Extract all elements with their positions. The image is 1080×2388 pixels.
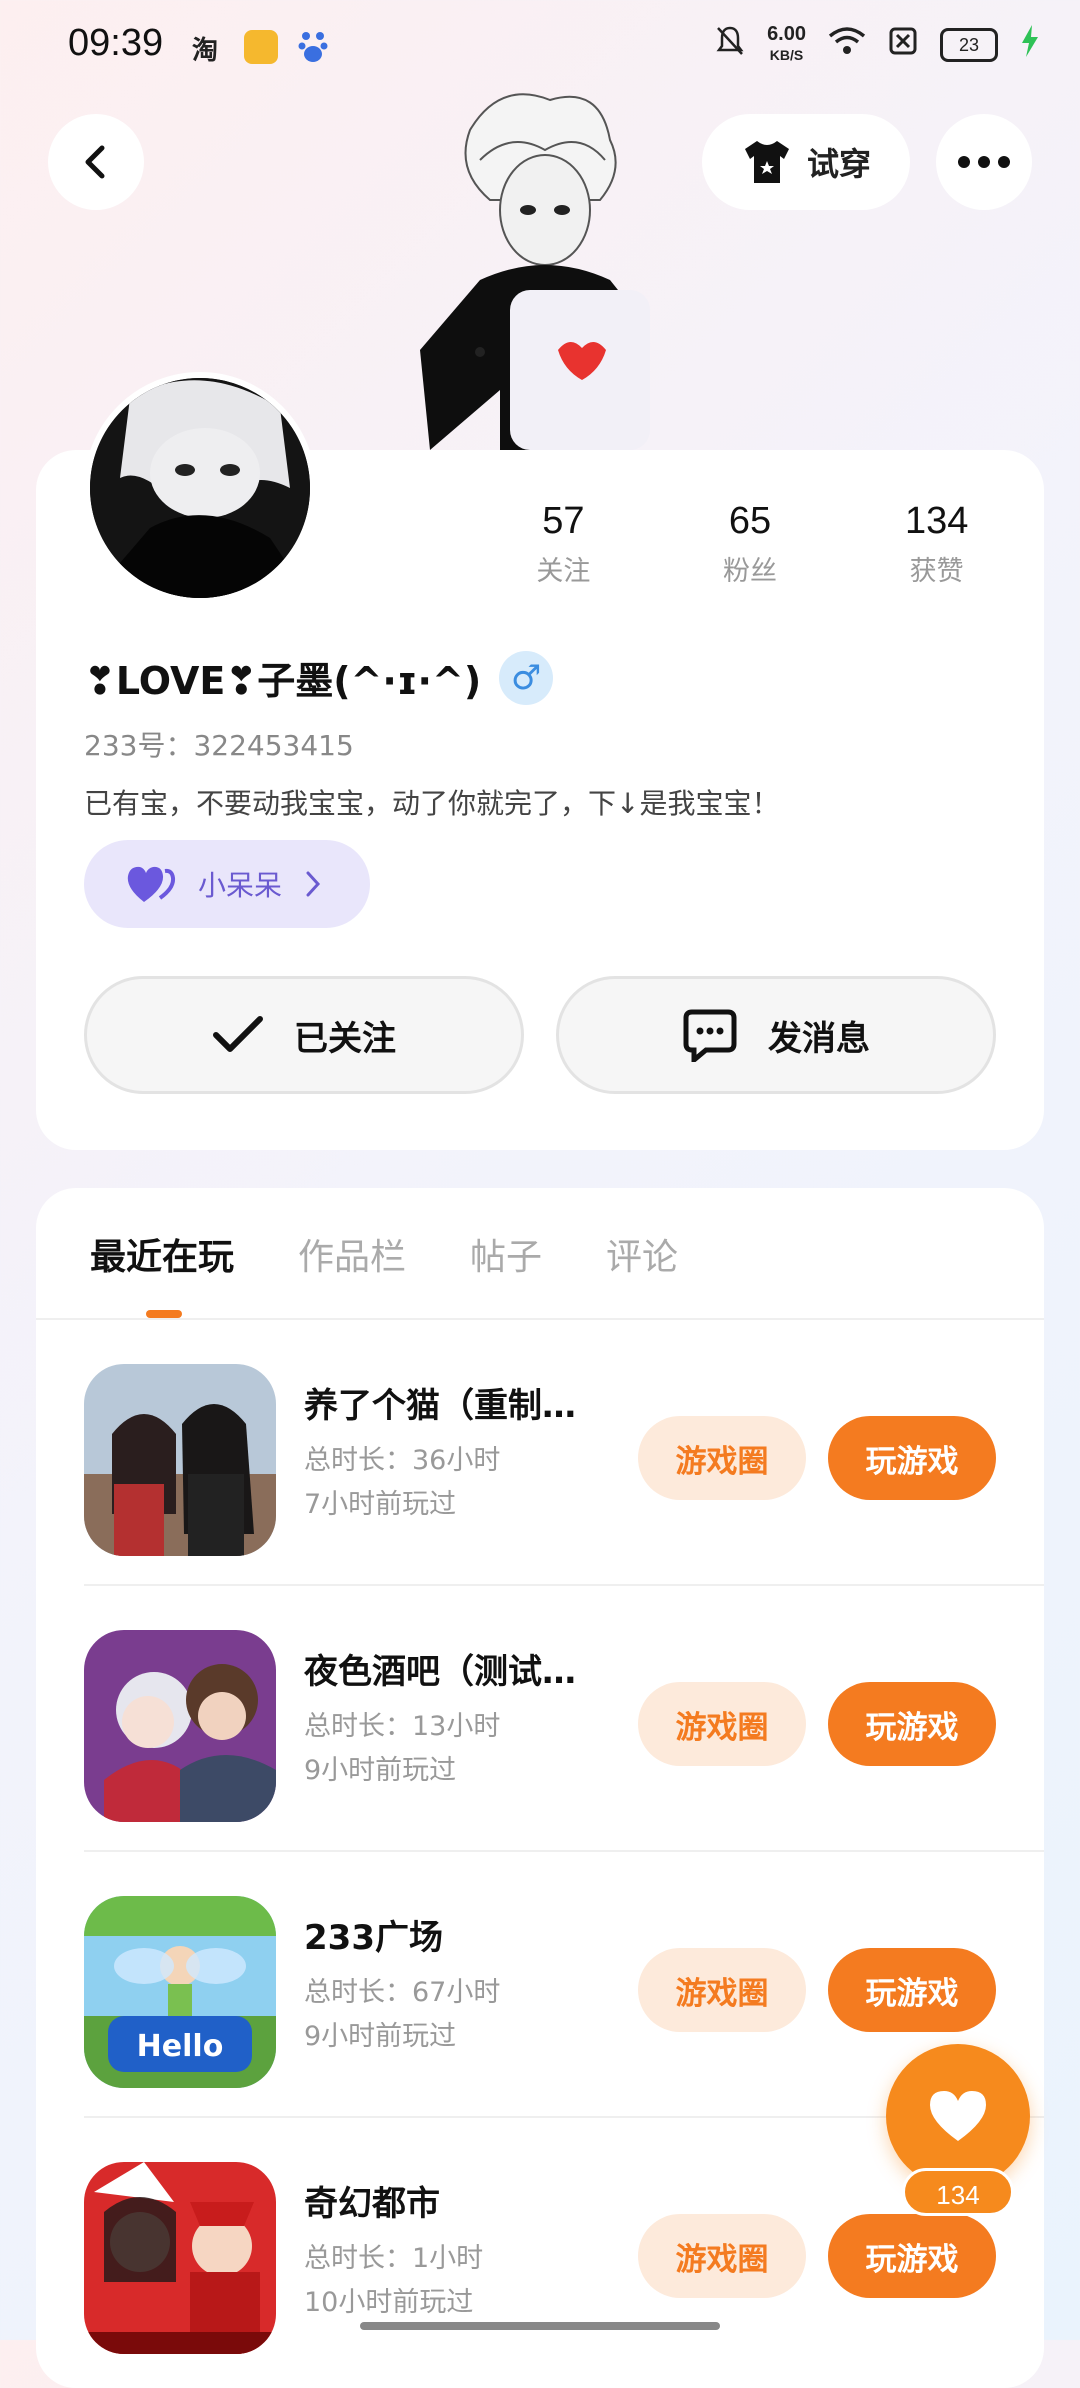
game-icon-fantasy-city[interactable]: [84, 2162, 276, 2354]
status-time: 09:39: [68, 22, 164, 64]
game-last-played: 10小时前玩过: [304, 2287, 474, 2318]
game-row[interactable]: 夜色酒吧（测试… 总时长：13小时 9小时前玩过 游戏圈 玩游戏: [84, 1586, 1044, 1852]
net-speed-value: 6.00: [767, 23, 806, 45]
game-title: 233广场: [304, 1918, 443, 1958]
name-row: ❣LOVE❣子墨(^·ɪ·^) ♂: [84, 650, 554, 705]
back-button[interactable]: [48, 114, 144, 210]
followed-label: 已关注: [294, 1018, 396, 1059]
user-bio: 已有宝，不要动我宝宝，动了你就完了，下↓是我宝宝！: [84, 787, 780, 820]
more-button[interactable]: [936, 114, 1032, 210]
avatar-character[interactable]: [410, 90, 680, 450]
mute-bell-icon: [715, 25, 745, 64]
baidu-icon: [298, 28, 328, 64]
back-arrow-icon: [85, 145, 105, 179]
followers-stat[interactable]: 65 粉丝: [657, 500, 844, 588]
battery-icon: 23: [940, 27, 998, 62]
game-duration: 总时长：36小时: [304, 1445, 501, 1476]
followed-button[interactable]: 已关注: [84, 976, 524, 1094]
game-last-played: 7小时前玩过: [304, 1489, 457, 1520]
game-circle-button[interactable]: 游戏圈: [638, 1948, 806, 2032]
reader-icon: [244, 30, 278, 64]
game-title: 奇幻都市: [304, 2184, 440, 2224]
game-last-played: 9小时前玩过: [304, 2021, 457, 2052]
play-game-button[interactable]: 玩游戏: [828, 1682, 996, 1766]
taobao-icon: 淘: [192, 36, 219, 66]
game-duration: 总时长：13小时: [304, 1711, 501, 1742]
likes-count: 134: [904, 500, 969, 542]
game-title: 夜色酒吧（测试…: [304, 1652, 576, 1692]
like-button[interactable]: [886, 2044, 1030, 2188]
game-circle-button[interactable]: 游戏圈: [638, 1416, 806, 1500]
male-icon: ♂: [499, 650, 554, 705]
game-icon-raise-cat[interactable]: [84, 1364, 276, 1556]
likes-stat[interactable]: 134 获赞: [843, 500, 1030, 588]
heart-icon: [930, 2091, 986, 2141]
chevron-right-icon: [306, 871, 321, 897]
game-duration: 总时长：67小时: [304, 1977, 501, 2008]
content-card: 最近在玩 作品栏 帖子 评论 养了个猫（重制… 总时长：36小时 7小时前玩过 …: [36, 1188, 1044, 2388]
tab-recently-played[interactable]: 最近在玩: [90, 1228, 234, 1280]
followers-label: 粉丝: [723, 556, 777, 587]
sim-off-icon: [888, 26, 918, 63]
tab-posts[interactable]: 帖子: [470, 1228, 542, 1280]
try-on-label: 试穿: [806, 145, 871, 183]
tab-works[interactable]: 作品栏: [298, 1228, 406, 1280]
charging-icon: [1020, 25, 1040, 64]
like-count: 134: [902, 2168, 1014, 2216]
play-game-button[interactable]: 玩游戏: [828, 1416, 996, 1500]
status-bar: 09:39 淘 6.00 KB/S 23: [0, 0, 1080, 96]
avatar[interactable]: [84, 372, 316, 604]
more-dots-icon: [958, 156, 1010, 168]
user-name: ❣LOVE❣子墨(^·ɪ·^): [84, 659, 482, 703]
following-label: 关注: [536, 556, 591, 587]
game-circle-button[interactable]: 游戏圈: [638, 1682, 806, 1766]
play-game-button[interactable]: 玩游戏: [828, 2214, 996, 2298]
game-duration: 总时长：1小时: [304, 2243, 484, 2274]
check-icon: [213, 1016, 263, 1052]
game-row[interactable]: 养了个猫（重制… 总时长：36小时 7小时前玩过 游戏圈 玩游戏: [84, 1320, 1044, 1586]
tab-bar: 最近在玩 作品栏 帖子 评论: [90, 1228, 678, 1280]
stats-row: 57 关注 65 粉丝 134 获赞: [470, 500, 1030, 588]
play-game-button[interactable]: 玩游戏: [828, 1948, 996, 2032]
tab-comments[interactable]: 评论: [606, 1228, 678, 1280]
double-heart-icon: [127, 866, 176, 902]
net-speed-unit: KB/S: [769, 47, 804, 63]
tab-indicator: [146, 1310, 182, 1318]
tshirt-icon: [744, 141, 789, 183]
following-stat[interactable]: 57 关注: [470, 500, 657, 588]
home-indicator[interactable]: [360, 2322, 720, 2330]
message-button[interactable]: 发消息: [556, 976, 996, 1094]
wifi-icon: [828, 26, 866, 63]
try-on-button[interactable]: 试穿: [702, 114, 910, 210]
chat-bubble-icon: [683, 1009, 737, 1062]
svg-text:Hello: Hello: [137, 2029, 224, 2064]
game-icon-night-bar[interactable]: [84, 1630, 276, 1822]
following-count: 57: [542, 500, 585, 542]
user-id[interactable]: 233号：322453415: [84, 724, 354, 764]
couple-tag[interactable]: 小呆呆: [84, 840, 370, 928]
network-speed: 6.00 KB/S: [767, 24, 806, 65]
game-last-played: 9小时前玩过: [304, 1755, 457, 1786]
game-icon-233-plaza[interactable]: Hello: [84, 1896, 276, 2088]
game-circle-button[interactable]: 游戏圈: [638, 2214, 806, 2298]
couple-tag-label: 小呆呆: [198, 869, 283, 902]
message-label: 发消息: [768, 1018, 870, 1059]
likes-label: 获赞: [909, 556, 964, 587]
game-title: 养了个猫（重制…: [304, 1386, 576, 1426]
followers-count: 65: [728, 500, 772, 542]
